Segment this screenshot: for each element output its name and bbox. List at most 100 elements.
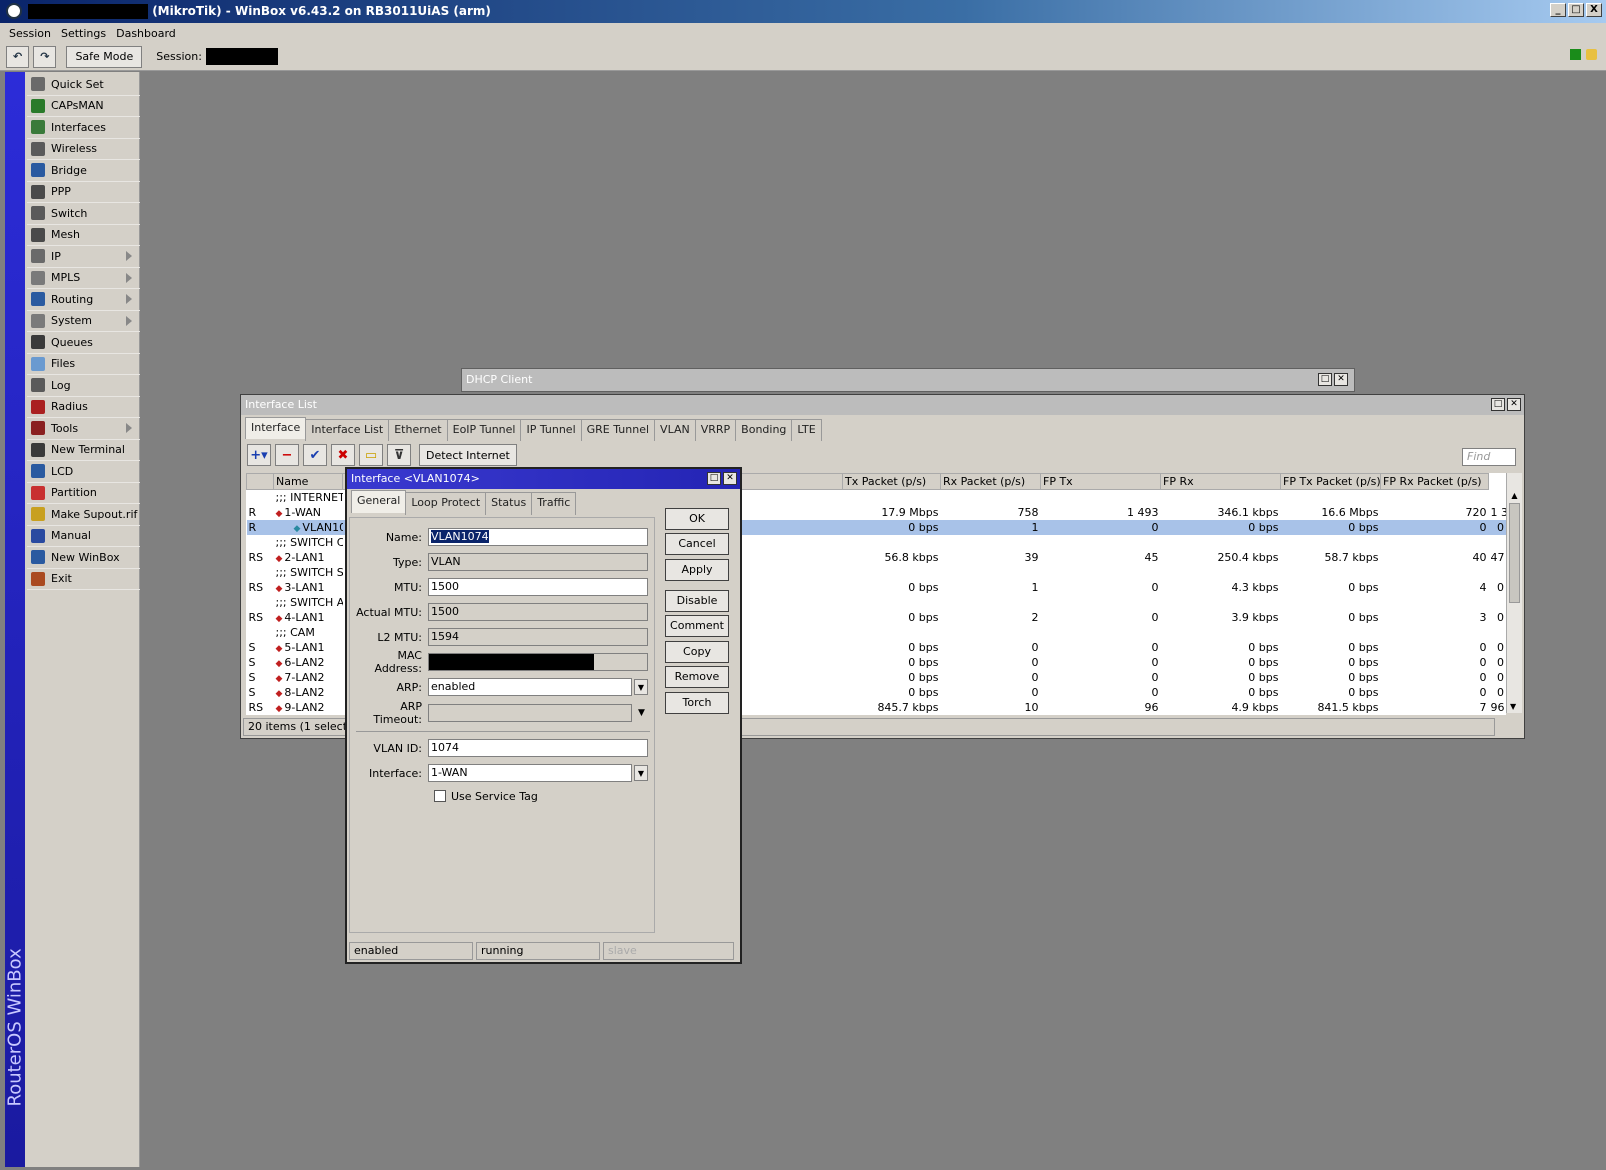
dialog-tab-status[interactable]: Status [485, 492, 533, 515]
menu-session[interactable]: Session [4, 27, 56, 40]
mtu-input[interactable]: 1500 [428, 578, 648, 596]
find-input[interactable]: Find [1462, 448, 1516, 466]
sidebar-item-ip[interactable]: IP [27, 246, 140, 268]
tab-gre-tunnel[interactable]: GRE Tunnel [580, 419, 656, 441]
sidebar-item-lcd[interactable]: LCD [27, 461, 140, 483]
sidebar-item-partition[interactable]: Partition [27, 483, 140, 504]
arp-timeout-input[interactable] [428, 704, 632, 722]
column-header[interactable]: FP Rx Packet (p/s) [1380, 473, 1489, 490]
enable-check-icon[interactable]: ✔ [303, 444, 327, 466]
sidebar-item-log[interactable]: Log [27, 375, 140, 397]
sidebar-item-bridge[interactable]: Bridge [27, 160, 140, 182]
interface-dropdown-icon[interactable]: ▼ [634, 765, 648, 781]
sidebar-item-capsman[interactable]: CAPsMAN [27, 96, 140, 117]
dialog-maximize-button[interactable]: □ [707, 472, 721, 485]
tab-bonding[interactable]: Bonding [735, 419, 793, 441]
tab-interface[interactable]: Interface [245, 417, 307, 439]
scroll-down-icon[interactable]: ▼ [1510, 702, 1516, 711]
arp-select[interactable]: enabled [428, 678, 632, 696]
column-header[interactable]: FP Tx [1040, 473, 1161, 490]
row-cell: 16.6 Mbps [1321, 505, 1379, 519]
menu-settings[interactable]: Settings [56, 27, 111, 40]
sidebar-item-quick-set[interactable]: Quick Set [27, 74, 140, 96]
column-header[interactable]: FP Tx Packet (p/s) [1280, 473, 1381, 490]
scroll-thumb[interactable] [1509, 503, 1520, 603]
comment-icon[interactable]: ▭ [359, 444, 383, 466]
menu-dashboard[interactable]: Dashboard [111, 27, 181, 40]
ethernet-interface-icon: ◆ [275, 658, 283, 669]
arp-dropdown-icon[interactable]: ▼ [634, 679, 648, 695]
interface-table-scrollbar[interactable]: ▲ ▼ [1506, 473, 1522, 713]
sidebar-item-switch[interactable]: Switch [27, 203, 140, 225]
flag-column-header[interactable] [246, 473, 274, 490]
column-header[interactable]: Rx Packet (p/s) [940, 473, 1041, 490]
column-header[interactable]: FP Rx [1160, 473, 1281, 490]
disable-x-icon[interactable]: ✖ [331, 444, 355, 466]
torch-button[interactable]: Torch [665, 692, 729, 714]
arp-timeout-expand-icon[interactable]: ▼ [638, 708, 645, 718]
dhcp-client-window[interactable]: DHCP Client □ ✕ [461, 368, 1355, 392]
comment-button[interactable]: Comment [665, 615, 729, 637]
scroll-up-icon[interactable]: ▲ [1507, 491, 1522, 500]
sidebar-item-manual[interactable]: Manual [27, 526, 140, 547]
apply-button[interactable]: Apply [665, 559, 729, 581]
interface-select[interactable]: 1-WAN [428, 764, 632, 782]
copy-button[interactable]: Copy [665, 641, 729, 663]
column-header[interactable]: Tx Packet (p/s) [842, 473, 941, 490]
tab-eoip-tunnel[interactable]: EoIP Tunnel [446, 419, 522, 441]
window-title-bar[interactable]: (MikroTik) - WinBox v6.43.2 on RB3011UiA… [0, 0, 1606, 23]
sidebar-item-radius[interactable]: Radius [27, 397, 140, 418]
safe-mode-button[interactable]: Safe Mode [66, 45, 143, 68]
tab-vlan[interactable]: VLAN [654, 419, 696, 441]
interface-list-titlebar[interactable]: Interface List □ ✕ [241, 395, 1524, 415]
row-cell: 1 [1031, 580, 1039, 594]
ok-button[interactable]: OK [665, 508, 729, 530]
row-name-text: 1-WAN [284, 505, 321, 519]
sidebar-item-wireless[interactable]: Wireless [27, 139, 140, 160]
tab-ip-tunnel[interactable]: IP Tunnel [520, 419, 582, 441]
close-button[interactable]: X [1586, 3, 1602, 17]
dialog-tab-traffic[interactable]: Traffic [531, 492, 577, 515]
remove-icon[interactable]: − [275, 444, 299, 466]
sidebar-item-system[interactable]: System [27, 311, 140, 332]
interface-dialog-titlebar[interactable]: Interface <VLAN1074> □ ✕ [347, 469, 740, 489]
redo-icon[interactable]: ↷ [33, 45, 57, 68]
sidebar-item-ppp[interactable]: PPP [27, 182, 140, 203]
sidebar-item-files[interactable]: Files [27, 354, 140, 375]
remove-button[interactable]: Remove [665, 666, 729, 688]
cancel-button[interactable]: Cancel [665, 533, 729, 555]
dialog-tab-loop-protect[interactable]: Loop Protect [405, 492, 487, 515]
sidebar-item-interfaces[interactable]: Interfaces [27, 117, 140, 139]
sidebar-item-tools[interactable]: Tools [27, 418, 140, 440]
sidebar-item-mpls[interactable]: MPLS [27, 268, 140, 289]
dialog-tab-general[interactable]: General [351, 490, 407, 513]
dhcp-close-button[interactable]: ✕ [1334, 373, 1348, 386]
filter-icon[interactable]: ⊽ [387, 444, 411, 466]
exit-icon [31, 571, 45, 586]
tab-ethernet[interactable]: Ethernet [388, 419, 448, 441]
detect-internet-button[interactable]: Detect Internet [419, 444, 517, 466]
name-input[interactable]: VLAN1074 [428, 528, 648, 546]
column-header[interactable]: Name [273, 473, 343, 490]
sidebar-item-queues[interactable]: Queues [27, 332, 140, 354]
service-tag-checkbox[interactable] [434, 790, 446, 802]
interface-list-close-button[interactable]: ✕ [1507, 398, 1521, 411]
sidebar-item-new-winbox[interactable]: New WinBox [27, 547, 140, 569]
minimize-button[interactable]: _ [1550, 3, 1566, 17]
disable-button[interactable]: Disable [665, 590, 729, 612]
interface-list-maximize-button[interactable]: □ [1491, 398, 1505, 411]
tab-interface-list[interactable]: Interface List [305, 419, 390, 441]
dialog-close-button[interactable]: ✕ [723, 472, 737, 485]
sidebar-item-exit[interactable]: Exit [27, 569, 140, 590]
sidebar-item-routing[interactable]: Routing [27, 289, 140, 311]
dhcp-maximize-button[interactable]: □ [1318, 373, 1332, 386]
tab-vrrp[interactable]: VRRP [694, 419, 737, 441]
tab-lte[interactable]: LTE [791, 419, 822, 441]
vlan-id-input[interactable]: 1074 [428, 739, 648, 757]
undo-icon[interactable]: ↶ [6, 45, 30, 68]
maximize-button[interactable]: □ [1568, 3, 1584, 17]
sidebar-item-make-supout-rif[interactable]: Make Supout.rif [27, 504, 140, 526]
sidebar-item-mesh[interactable]: Mesh [27, 225, 140, 246]
add-icon[interactable]: +▾ [247, 444, 271, 466]
sidebar-item-new-terminal[interactable]: New Terminal [27, 440, 140, 461]
